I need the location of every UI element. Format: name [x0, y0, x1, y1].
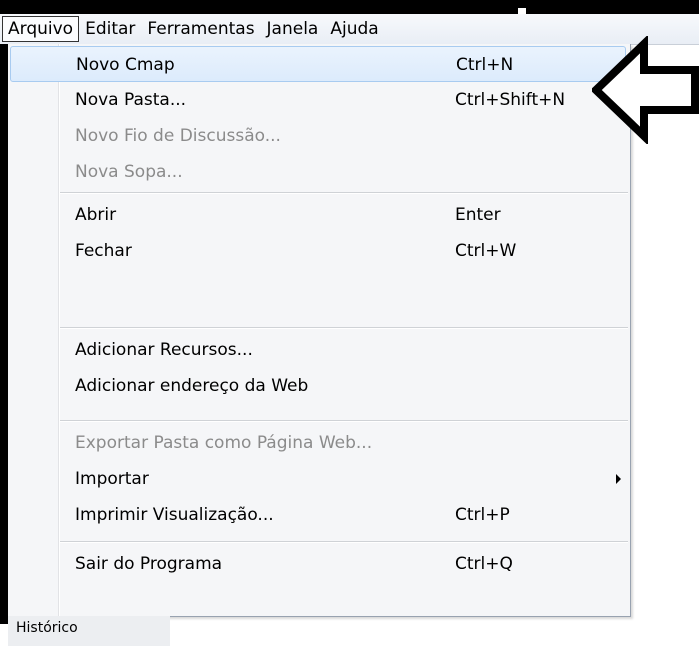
menu-item-shortcut: Enter — [455, 205, 501, 225]
menu-item-abrir[interactable]: Abrir Enter — [8, 197, 628, 233]
menu-separator — [60, 420, 628, 422]
menu-separator — [60, 327, 628, 329]
left-border — [0, 44, 8, 624]
menu-item-shortcut: Ctrl+P — [455, 505, 510, 525]
menu-item-adicionar-endereco-web[interactable]: Adicionar endereço da Web — [8, 368, 628, 404]
menu-item-shortcut: Ctrl+W — [455, 241, 517, 261]
menu-item-nova-sopa: Nova Sopa... — [8, 154, 628, 190]
menu-item-shortcut: Ctrl+Q — [455, 554, 513, 574]
menu-editar[interactable]: Editar — [79, 17, 141, 41]
menu-separator — [60, 192, 628, 194]
menu-item-exportar-pasta: Exportar Pasta como Página Web... — [8, 425, 628, 461]
menu-item-novo-cmap[interactable]: Novo Cmap Ctrl+N — [10, 46, 626, 82]
menu-item-novo-fio-discussao: Novo Fio de Discussão... — [8, 118, 628, 154]
menu-janela[interactable]: Janela — [261, 17, 325, 41]
menu-item-label: Exportar Pasta como Página Web... — [75, 433, 373, 453]
menu-item-label: Fechar — [75, 241, 132, 261]
menu-item-label: Sair do Programa — [75, 554, 223, 574]
menu-item-label: Adicionar endereço da Web — [75, 376, 309, 396]
menu-item-importar[interactable]: Importar — [8, 461, 628, 497]
menu-item-label: Nova Pasta... — [75, 90, 187, 110]
menu-item-label: Novo Cmap — [76, 55, 175, 75]
menu-item-label: Abrir — [75, 205, 117, 225]
menu-item-label: Novo Fio de Discussão... — [75, 126, 281, 146]
menu-item-fechar[interactable]: Fechar Ctrl+W — [8, 233, 628, 269]
menu-item-shortcut: Ctrl+Shift+N — [455, 90, 566, 110]
menu-ferramentas[interactable]: Ferramentas — [141, 17, 260, 41]
menu-item-shortcut: Ctrl+N — [456, 55, 514, 75]
menu-item-label: Importar — [75, 469, 149, 489]
tab-historico[interactable]: Histórico — [8, 616, 170, 646]
menu-item-adicionar-recursos[interactable]: Adicionar Recursos... — [8, 332, 628, 368]
menu-item-imprimir-visualizacao[interactable]: Imprimir Visualização... Ctrl+P — [8, 497, 628, 533]
menu-item-label: Adicionar Recursos... — [75, 340, 253, 360]
left-arrow-icon — [592, 36, 699, 144]
menu-item-sair-programa[interactable]: Sair do Programa Ctrl+Q — [8, 546, 628, 582]
menu-item-label: Nova Sopa... — [75, 162, 183, 182]
menu-separator — [60, 541, 628, 543]
arquivo-dropdown-menu: Novo Cmap Ctrl+N Nova Pasta... Ctrl+Shif… — [8, 44, 631, 617]
menu-item-label: Imprimir Visualização... — [75, 505, 274, 525]
menu-arquivo[interactable]: Arquivo — [2, 16, 80, 42]
top-black-band — [0, 0, 699, 14]
menu-ajuda[interactable]: Ajuda — [324, 17, 384, 41]
menu-item-nova-pasta[interactable]: Nova Pasta... Ctrl+Shift+N — [8, 82, 628, 118]
submenu-arrow-icon — [616, 474, 621, 484]
